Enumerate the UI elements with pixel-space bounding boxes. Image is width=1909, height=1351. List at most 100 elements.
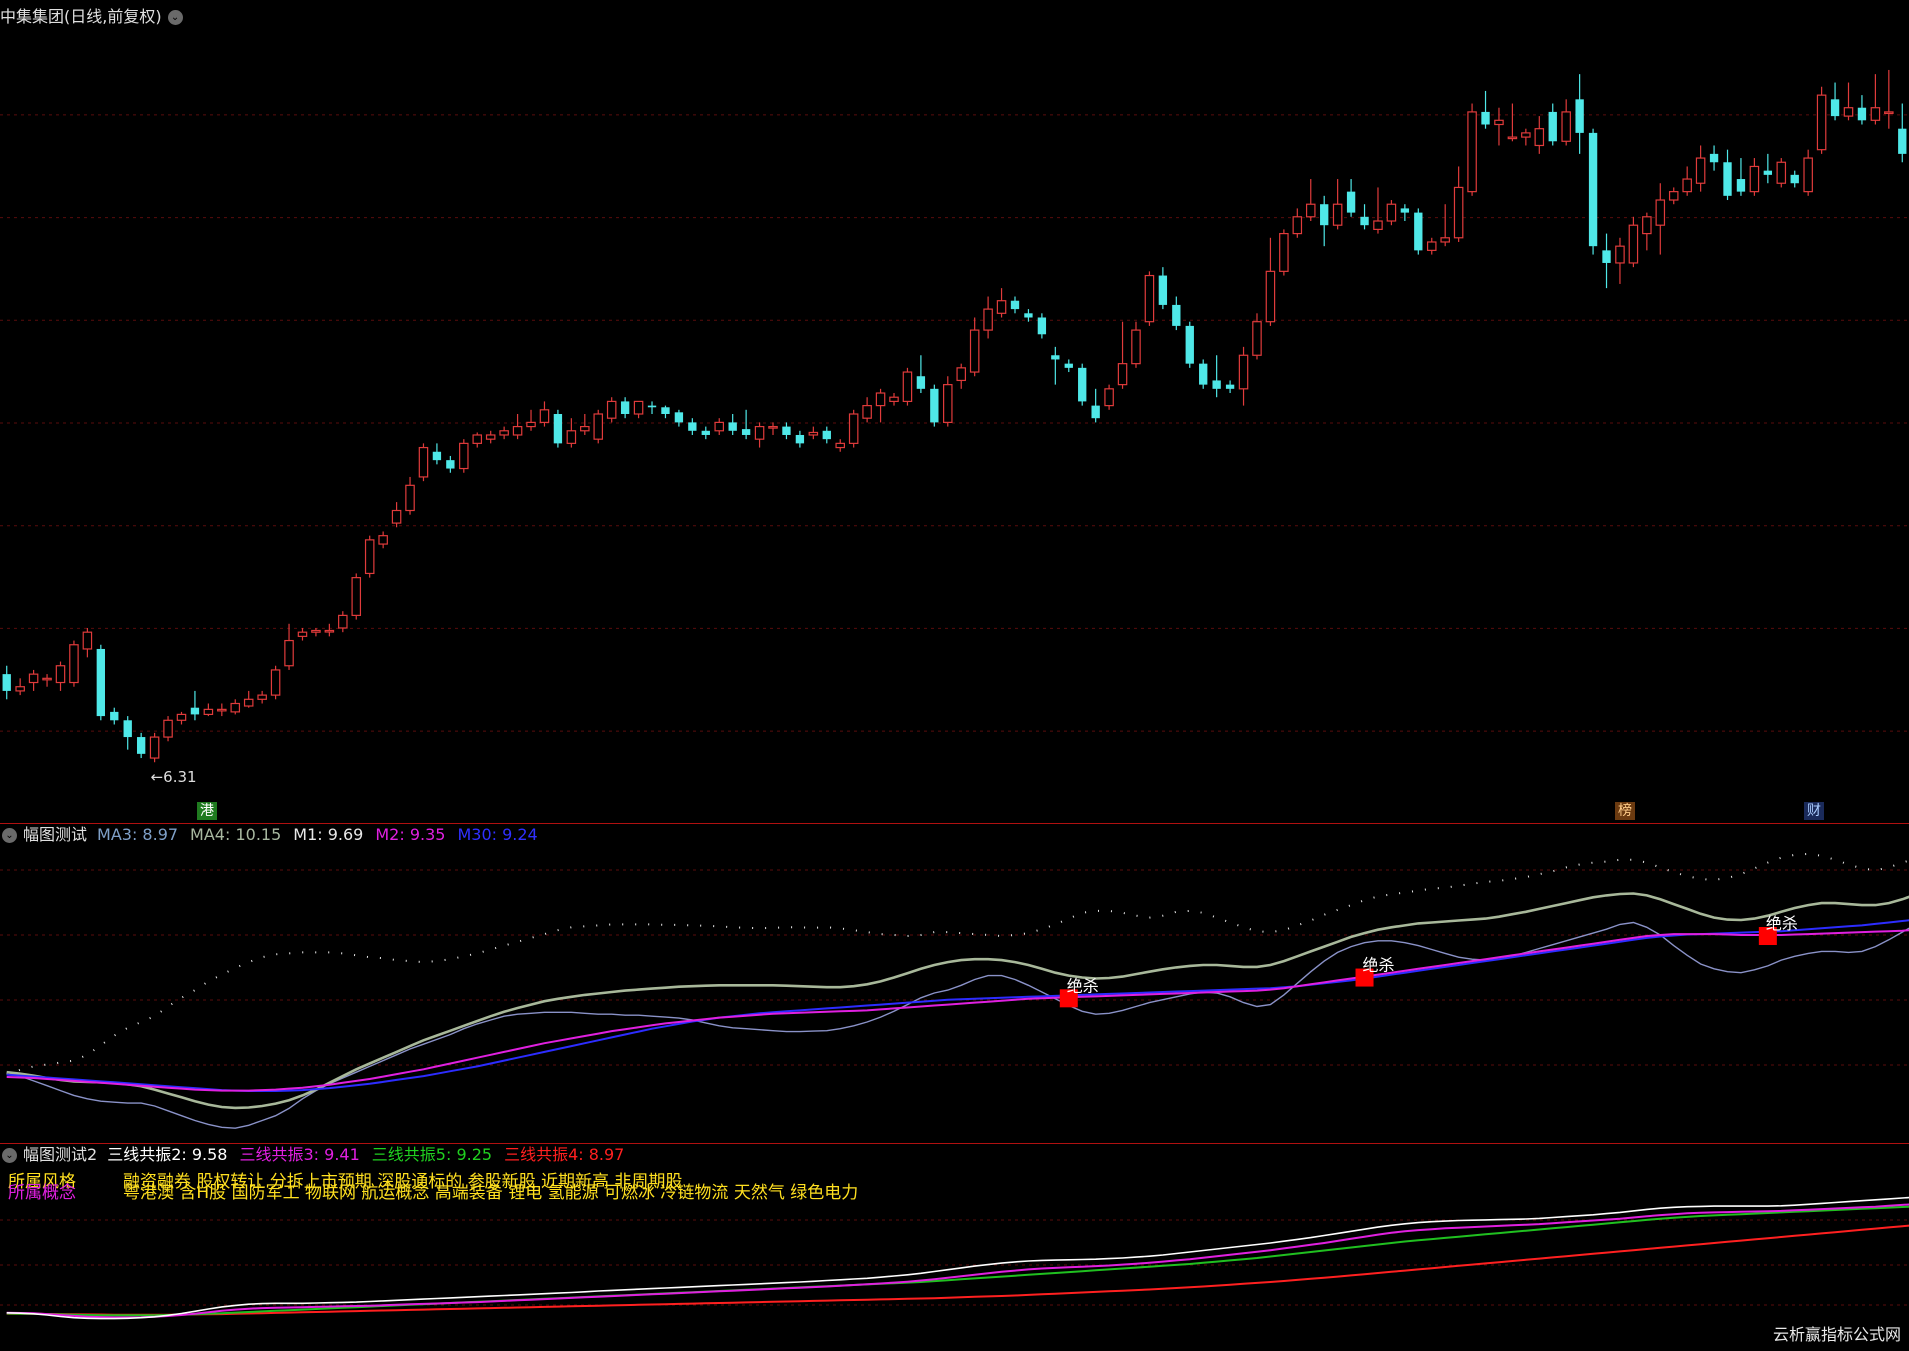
ma3-line: [6, 921, 1909, 1129]
sub1-lines: 绝杀绝杀绝杀: [6, 852, 1909, 1129]
candle-body: [1561, 111, 1571, 142]
main-pane-header: 中集集团(日线,前复权) ⌄: [0, 6, 189, 28]
candle-body: [714, 421, 725, 432]
candle-body: [768, 425, 778, 429]
candle-body: [1131, 329, 1141, 365]
candle-body: [741, 429, 751, 435]
candle-body: [1292, 216, 1303, 235]
candle-body: [1588, 132, 1598, 247]
candle-body: [701, 430, 710, 435]
candle-body: [606, 400, 617, 419]
candle-body: [1360, 216, 1369, 226]
candle-body: [795, 434, 805, 444]
candle-body: [916, 376, 926, 389]
sub2-lines: [6, 1196, 1909, 1320]
candle-body: [889, 396, 899, 403]
candle-body: [822, 430, 831, 440]
candle-body: [1320, 204, 1329, 226]
candle-body: [391, 509, 402, 524]
legend-item: MA3: 8.97: [97, 825, 179, 844]
hk-connect-badge[interactable]: 港: [197, 802, 217, 820]
candle-body: [728, 422, 737, 431]
candle-body: [378, 535, 388, 545]
candle-body: [1736, 179, 1746, 192]
candle-body: [270, 669, 281, 696]
candle-body: [633, 400, 644, 415]
candle-body: [754, 425, 765, 440]
candle-body: [1199, 363, 1208, 385]
candle-body: [1507, 136, 1518, 140]
candle-body: [1749, 165, 1760, 193]
legend-item: 三线共振5: 9.25: [371, 1145, 493, 1164]
candle-body: [875, 392, 886, 407]
chevron-down-icon[interactable]: ⌄: [2, 1147, 17, 1163]
candle-body: [1628, 224, 1639, 264]
candle-body: [1172, 304, 1181, 326]
candle-body: [1534, 128, 1545, 147]
candle-body: [1898, 128, 1907, 154]
candle-body: [1346, 191, 1356, 213]
candle-body: [1857, 107, 1867, 121]
candle-body: [203, 708, 214, 716]
resonance3-line: [6, 1203, 1909, 1319]
candle-body: [110, 711, 119, 721]
legend-item: 三线共振4: 8.97: [504, 1145, 625, 1164]
candle-body: [1575, 99, 1584, 133]
candle-body: [2, 674, 11, 691]
candle-body: [1010, 300, 1020, 310]
candle-body: [1252, 321, 1262, 356]
candle-body: [149, 736, 160, 759]
legend-item: 三线共振2: 9.58: [107, 1145, 228, 1164]
ma4-line: [6, 892, 1909, 1110]
candle-body: [1051, 355, 1060, 360]
finance-badge[interactable]: 财: [1804, 802, 1824, 820]
candle-body: [1709, 153, 1719, 163]
candle-body: [123, 720, 132, 738]
candle-body: [1682, 178, 1692, 193]
candle-body: [862, 405, 872, 419]
signal-label: 绝杀: [1766, 914, 1798, 933]
candle-body: [1426, 241, 1437, 251]
candle-body: [364, 539, 375, 575]
candle-body: [284, 639, 294, 667]
chevron-down-icon[interactable]: ⌄: [2, 827, 17, 843]
sub2-pane-title: 幅图测试2: [23, 1145, 98, 1164]
candle-body: [647, 405, 657, 408]
legend-item: MA4: 10.15: [190, 825, 282, 844]
resonance4-line: [6, 1224, 1909, 1316]
main-grid: [0, 114, 1909, 732]
candle-body: [930, 388, 939, 423]
m30-line: [6, 919, 1909, 1092]
candle-body: [782, 426, 791, 435]
ranking-badge[interactable]: 榜: [1615, 802, 1635, 820]
candle-body: [324, 629, 335, 633]
candle-body: [996, 300, 1007, 314]
candle-body: [1763, 170, 1773, 175]
candle-body: [1642, 216, 1652, 235]
candle-body: [351, 577, 362, 616]
candle-body: [539, 409, 550, 423]
candle-body: [1024, 313, 1033, 318]
candle-body: [15, 686, 25, 692]
chevron-down-icon[interactable]: ⌄: [167, 9, 183, 25]
candle-body: [190, 707, 200, 715]
candle-body: [902, 371, 913, 403]
candle-body: [1185, 325, 1194, 364]
candle-body: [983, 308, 993, 331]
legend-item: 三线共振3: 9.41: [239, 1145, 360, 1164]
candle-body: [1117, 363, 1128, 386]
candle-body: [459, 442, 469, 470]
candle-body: [808, 431, 819, 436]
candle-body: [512, 425, 523, 436]
candle-body: [297, 631, 308, 637]
candle-body: [1440, 237, 1450, 243]
candle-body: [1453, 186, 1464, 239]
low-price-marker: ←6.31: [151, 768, 197, 786]
candle-body: [405, 484, 415, 512]
candle-body: [1668, 191, 1679, 201]
candle-body: [136, 737, 146, 754]
legend-item: M30: 9.24: [457, 825, 538, 844]
candle-body: [1091, 405, 1100, 419]
candle-body: [1803, 157, 1813, 193]
concept-text: 粤港澳 含H股 国防军工 物联网 航运概念 高端装备 锂电 氢能源 可燃冰 冷链…: [123, 1183, 859, 1203]
